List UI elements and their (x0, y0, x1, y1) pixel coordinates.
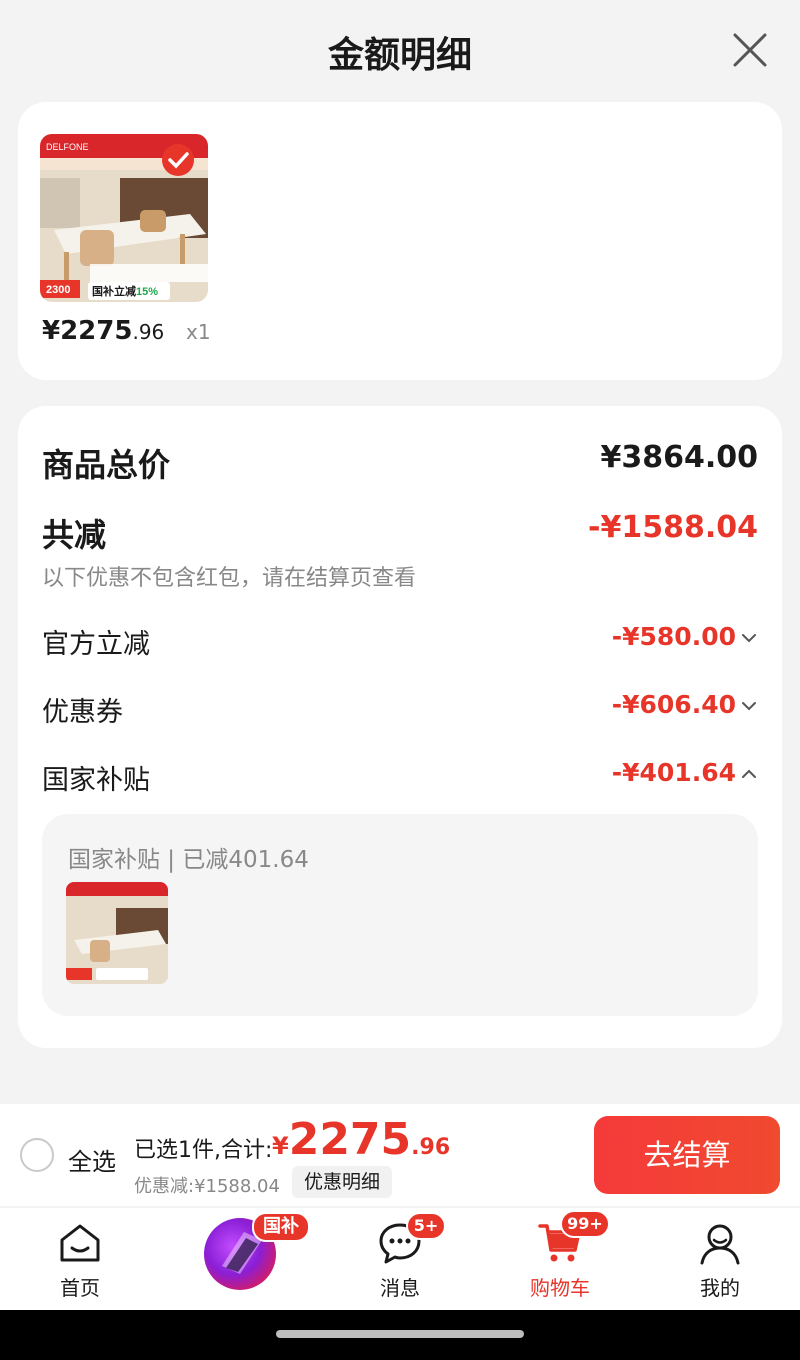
price-tag: 2300 (46, 284, 70, 296)
home-icon (60, 1224, 100, 1262)
tab-me[interactable]: 我的 (640, 1208, 800, 1310)
subsidy-badge: 国补 (252, 1212, 310, 1242)
total-price-row: 商品总价 ¥3864.00 (42, 440, 758, 484)
select-all-label[interactable]: 全选 (68, 1142, 116, 1177)
official-discount-value: -¥580.00 (612, 622, 758, 651)
checkout-button[interactable]: 去结算 (594, 1116, 780, 1194)
cart-badge: 99+ (560, 1210, 610, 1238)
total-reduction-label: 共减 (42, 516, 107, 554)
select-all-radio[interactable] (20, 1138, 54, 1172)
total-reduction-value: -¥1588.04 (588, 510, 758, 545)
promo-badge: 国补立减15% (92, 284, 158, 298)
sum-currency: ¥ (272, 1132, 289, 1160)
tab-me-label: 我的 (700, 1276, 740, 1300)
national-subsidy-amount: -¥401.64 (611, 758, 736, 787)
national-subsidy-row[interactable]: 国家补贴 -¥401.64 (42, 758, 758, 796)
product-card: DELFONE 2300 国补立减15% ¥2275.96 x1 (18, 102, 782, 380)
coupon-row[interactable]: 优惠券 -¥606.40 (42, 690, 758, 728)
brand-logo: DELFONE (46, 142, 89, 152)
official-discount-row[interactable]: 官方立减 -¥580.00 (42, 622, 758, 660)
subsidy-detail-box: 国家补贴 | 已减401.64 (42, 814, 758, 1016)
user-icon (700, 1224, 740, 1265)
tab-cart-label: 购物车 (530, 1276, 590, 1300)
total-sum: ¥2275.96 (272, 1114, 450, 1165)
discount-summary: 优惠减:¥1588.04 (134, 1176, 280, 1197)
national-subsidy-value: -¥401.64 (612, 758, 758, 787)
reduction-note: 以下优惠不包含红包，请在结算页查看 (42, 566, 417, 591)
price-decimal: .96 (132, 320, 165, 344)
tab-national-subsidy[interactable]: 国补 (160, 1208, 320, 1310)
tab-messages[interactable]: 5+ 消息 (320, 1208, 480, 1310)
home-indicator[interactable] (276, 1330, 524, 1338)
messages-badge: 5+ (406, 1212, 446, 1240)
total-reduction-row: 共减 -¥1588.04 (42, 510, 758, 554)
product-quantity: x1 (186, 320, 211, 344)
sum-decimal: .96 (411, 1135, 451, 1160)
selected-count-text: 已选1件,合计: (134, 1138, 273, 1163)
chevron-down-icon[interactable] (740, 629, 758, 647)
tab-home[interactable]: 首页 (0, 1208, 160, 1310)
bottom-tabbar: 首页 国补 5+ 消息 99+ 购物车 我的 (0, 1208, 800, 1310)
chevron-up-icon[interactable] (740, 765, 758, 783)
checkout-bar: 全选 已选1件,合计: ¥2275.96 优惠减:¥1588.04 优惠明细 去… (0, 1104, 800, 1206)
tab-cart[interactable]: 99+ 购物车 (480, 1208, 640, 1310)
national-subsidy-label: 国家补贴 (42, 765, 150, 796)
product-image[interactable]: DELFONE 2300 国补立减15% (40, 134, 208, 302)
coupon-label: 优惠券 (42, 697, 123, 728)
product-price: ¥2275.96 (42, 316, 164, 346)
system-nav-bar (0, 1310, 800, 1360)
close-icon[interactable] (730, 30, 770, 70)
subsidy-detail-title: 国家补贴 | 已减401.64 (68, 847, 309, 873)
total-price-value: ¥3864.00 (600, 440, 758, 475)
sum-integer: 2275 (288, 1114, 412, 1165)
discount-detail-button[interactable]: 优惠明细 (292, 1166, 393, 1198)
coupon-amount: -¥606.40 (611, 690, 736, 719)
official-discount-amount: -¥580.00 (611, 622, 736, 651)
official-discount-label: 官方立减 (42, 629, 150, 660)
chevron-down-icon[interactable] (740, 697, 758, 715)
total-price-label: 商品总价 (42, 446, 171, 484)
header: 金额明细 (0, 0, 800, 100)
tab-home-label: 首页 (60, 1276, 100, 1300)
subsidy-product-image[interactable] (66, 882, 168, 984)
page-title: 金额明细 (327, 35, 472, 76)
amount-detail-card: 商品总价 ¥3864.00 共减 -¥1588.04 以下优惠不包含红包，请在结… (18, 406, 782, 1048)
tab-messages-label: 消息 (380, 1276, 420, 1300)
price-integer: ¥2275 (42, 316, 133, 346)
coupon-value: -¥606.40 (612, 690, 758, 719)
